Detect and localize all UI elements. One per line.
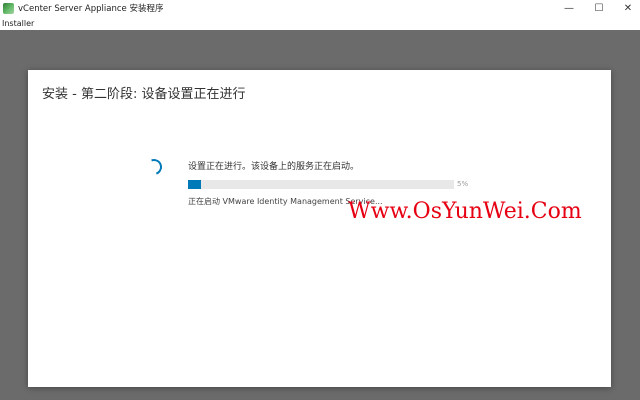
progress-percent: 5% bbox=[457, 180, 469, 188]
menu-installer[interactable]: Installer bbox=[2, 18, 34, 30]
progress-bar-fill bbox=[188, 180, 202, 189]
close-button[interactable]: ✕ bbox=[621, 2, 635, 16]
window-titlebar: vCenter Server Appliance 安装程序 — ☐ ✕ bbox=[0, 0, 640, 18]
watermark-text: Www.OsYunWei.Com bbox=[348, 199, 582, 224]
window-title: vCenter Server Appliance 安装程序 bbox=[18, 4, 164, 14]
minimize-button[interactable]: — bbox=[562, 2, 576, 16]
progress-bar bbox=[188, 180, 454, 189]
loading-spinner-icon bbox=[143, 156, 165, 178]
menu-bar: Installer bbox=[0, 18, 640, 30]
dialog-title: 安装 - 第二阶段: 设备设置正在进行 bbox=[42, 87, 246, 102]
maximize-button[interactable]: ☐ bbox=[592, 2, 606, 16]
vcenter-app-icon bbox=[3, 3, 14, 14]
status-message: 设置正在进行。该设备上的服务正在启动。 bbox=[188, 162, 360, 172]
installation-dialog: 安装 - 第二阶段: 设备设置正在进行 设置正在进行。该设备上的服务正在启动。 … bbox=[28, 70, 611, 387]
